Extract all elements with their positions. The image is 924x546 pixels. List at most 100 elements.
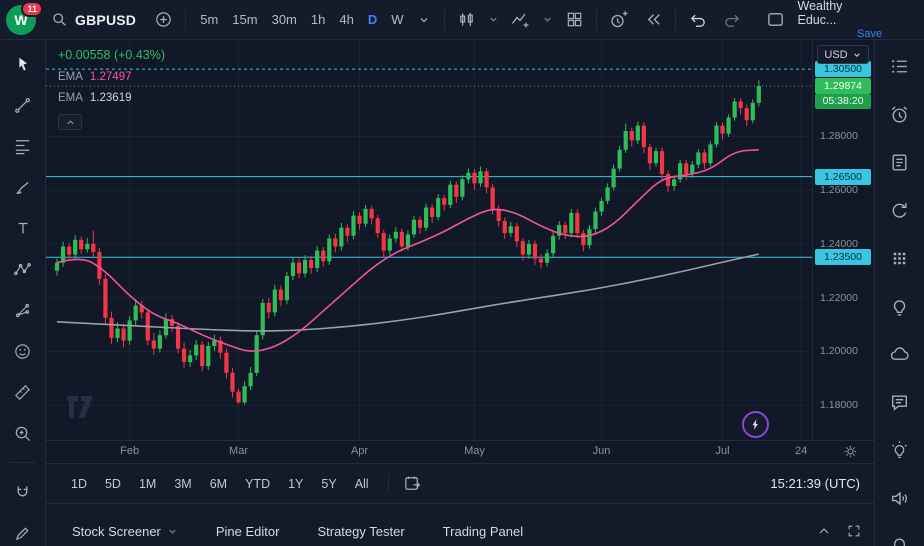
indicators-icon[interactable] — [507, 6, 534, 34]
brush-tool-icon[interactable] — [9, 175, 37, 199]
goto-date-button[interactable] — [388, 474, 422, 493]
chart-type-candles-icon[interactable] — [453, 6, 480, 34]
interval-1h[interactable]: 1h — [305, 8, 331, 31]
layout-grid-icon[interactable] — [561, 6, 588, 34]
interval-5m[interactable]: 5m — [194, 8, 224, 31]
price-tick: 1.28000 — [820, 130, 858, 142]
chart-canvas[interactable]: +0.00558 (+0.43%) EMA 1.27497 EMA 1.2361… — [46, 40, 812, 440]
interval-15m[interactable]: 15m — [226, 8, 263, 31]
chart-legend: +0.00558 (+0.43%) EMA 1.27497 EMA 1.2361… — [58, 48, 165, 130]
alerts-clock-icon[interactable] — [886, 102, 914, 126]
trend-line-tool-icon[interactable] — [9, 93, 37, 117]
axis-settings-gear-icon[interactable] — [842, 443, 859, 460]
chat-icon[interactable] — [886, 390, 914, 414]
add-symbol-icon[interactable] — [150, 6, 177, 34]
save-button[interactable]: Save — [857, 28, 882, 41]
instant-trading-button[interactable] — [742, 411, 769, 438]
interval-daily[interactable]: D — [362, 8, 383, 31]
time-label: Mar — [229, 445, 248, 457]
separator — [444, 9, 445, 31]
watchlist-icon[interactable] — [886, 54, 914, 78]
cloud-icon[interactable] — [886, 342, 914, 366]
price-change-label: +0.00558 (+0.43%) — [58, 48, 165, 62]
redo-icon[interactable] — [719, 6, 746, 34]
range-button-1M[interactable]: 1M — [130, 472, 165, 496]
drawing-toolbar — [0, 40, 46, 546]
time-label: Feb — [120, 445, 139, 457]
chevron-down-icon — [852, 50, 862, 60]
zoom-tool-icon[interactable] — [9, 421, 37, 445]
notes-icon[interactable] — [886, 150, 914, 174]
price-tick: 1.18000 — [820, 399, 858, 411]
text-tool-icon[interactable] — [9, 216, 37, 240]
time-label: May — [464, 445, 485, 457]
panel-maximize-icon[interactable] — [846, 523, 862, 539]
cursor-tool-icon[interactable] — [9, 52, 37, 76]
range-button-All[interactable]: All — [346, 472, 378, 496]
ema-slow-row[interactable]: EMA 1.23619 — [58, 92, 165, 104]
currency-toggle[interactable]: USD — [817, 45, 869, 64]
search-icon — [50, 11, 68, 29]
ema-label: EMA — [58, 71, 83, 83]
interval-30m[interactable]: 30m — [266, 8, 303, 31]
bar-countdown-badge: 05:38:20 — [815, 94, 871, 109]
server-clock[interactable]: 15:21:39 (UTC) — [770, 476, 864, 491]
range-toolbar: 1D5D1M3M6MYTD1Y5YAll 15:21:39 (UTC) — [46, 463, 874, 503]
edit-tool-icon[interactable] — [9, 521, 37, 545]
price-tick: 1.26000 — [820, 184, 858, 196]
range-button-5Y[interactable]: 5Y — [312, 472, 345, 496]
forecast-tool-icon[interactable] — [9, 298, 37, 322]
tips-bulb-icon[interactable] — [886, 438, 914, 462]
last-price-badge: 1.29874 — [815, 78, 871, 94]
dom-grid-icon[interactable] — [886, 246, 914, 270]
pattern-tool-icon[interactable] — [9, 257, 37, 281]
emoji-tool-icon[interactable] — [9, 339, 37, 363]
symbol-search-button[interactable]: GBPUSD — [44, 7, 142, 33]
range-buttons: 1D5D1M3M6MYTD1Y5YAll — [62, 472, 378, 496]
ideas-bulb-icon[interactable] — [886, 294, 914, 318]
time-label: Jul — [715, 445, 729, 457]
time-axis[interactable]: FebMarAprMayJunJul24 — [46, 440, 874, 463]
interval-buttons: 5m 15m 30m 1h 4h D W — [194, 8, 435, 31]
price-level-badge: 1.26500 — [815, 169, 871, 185]
tab-trading-panel[interactable]: Trading Panel — [443, 524, 523, 539]
symbol-name: GBPUSD — [75, 12, 136, 28]
price-tick: 1.20000 — [820, 345, 858, 357]
legend-collapse-button[interactable] — [58, 114, 82, 130]
chart-panel: +0.00558 (+0.43%) EMA 1.27497 EMA 1.2361… — [46, 40, 874, 546]
fibonacci-tool-icon[interactable] — [9, 134, 37, 158]
panel-collapse-icon[interactable] — [816, 523, 832, 539]
range-button-3M[interactable]: 3M — [165, 472, 200, 496]
range-button-YTD[interactable]: YTD — [236, 472, 279, 496]
magnet-tool-icon[interactable] — [9, 480, 37, 504]
tab-strategy-tester[interactable]: Strategy Tester — [317, 524, 404, 539]
interval-dropdown-caret[interactable] — [412, 10, 436, 30]
range-button-6M[interactable]: 6M — [201, 472, 236, 496]
notifications-bell-icon[interactable] — [886, 534, 914, 546]
indicators-caret[interactable] — [542, 14, 553, 25]
tab-pine-editor[interactable]: Pine Editor — [216, 524, 280, 539]
interval-4h[interactable]: 4h — [333, 8, 359, 31]
interval-weekly[interactable]: W — [385, 8, 409, 31]
layout-name[interactable]: Wealthy Educ... — [798, 0, 883, 28]
range-button-1Y[interactable]: 1Y — [279, 472, 312, 496]
app-logo[interactable]: W 11 — [6, 5, 36, 35]
range-button-1D[interactable]: 1D — [62, 472, 96, 496]
layout-select-icon[interactable] — [762, 6, 789, 34]
chart-type-caret[interactable] — [488, 14, 499, 25]
streams-speaker-icon[interactable] — [886, 486, 914, 510]
ema-label: EMA — [58, 92, 83, 104]
tradingview-watermark — [66, 394, 102, 420]
tab-stock-screener[interactable]: Stock Screener — [72, 524, 178, 539]
measure-tool-icon[interactable] — [9, 380, 37, 404]
refresh-icon[interactable] — [886, 198, 914, 222]
price-axis[interactable]: USD 1.280001.260001.240001.220001.200001… — [812, 40, 874, 440]
ema-slow-line[interactable] — [57, 254, 759, 331]
create-alert-icon[interactable] — [605, 6, 632, 34]
bar-replay-icon[interactable] — [640, 6, 667, 34]
undo-icon[interactable] — [684, 6, 711, 34]
time-label: 24 — [795, 445, 807, 457]
range-button-5D[interactable]: 5D — [96, 472, 130, 496]
chevron-down-icon — [167, 526, 178, 537]
ema-fast-row[interactable]: EMA 1.27497 — [58, 71, 165, 83]
